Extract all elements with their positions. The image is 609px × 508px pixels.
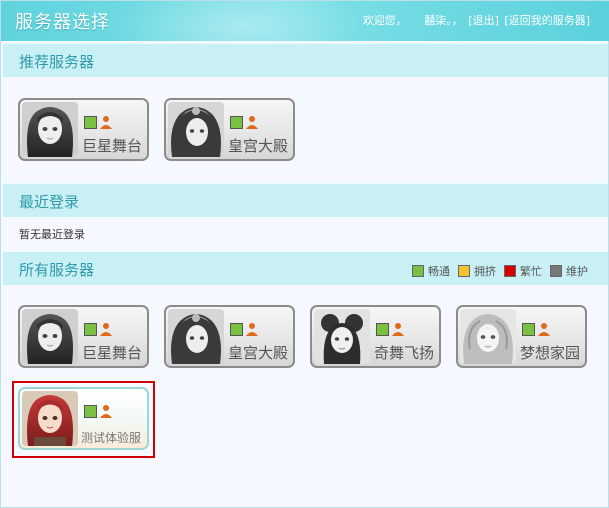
- server-card-recommended-1[interactable]: 巨星舞台: [18, 98, 149, 161]
- logout-link[interactable]: [退出]: [468, 14, 499, 27]
- all-servers-section-header: 所有服务器 畅通 拥挤 繁忙 维护: [3, 251, 608, 285]
- server-portrait: [314, 309, 370, 364]
- server-card-all-2[interactable]: 皇宫大殿: [164, 305, 295, 368]
- server-name: 奇舞飞扬: [374, 344, 435, 362]
- server-name: 梦想家园: [520, 344, 581, 362]
- recent-section-title: 最近登录: [19, 193, 80, 211]
- status-smooth-indicator: [84, 405, 97, 418]
- status-smooth-indicator: [84, 323, 97, 336]
- server-name: 巨星舞台: [82, 344, 143, 362]
- user-bar: 欢迎您， 囍柒。， [退出] [返回我的服务器]: [361, 12, 590, 28]
- person-icon: [100, 405, 112, 418]
- recent-empty-text: 暂无最近登录: [19, 228, 85, 241]
- server-select-panel: 服务器选择 欢迎您， 囍柒。， [退出] [返回我的服务器] 推荐服务器 巨星舞…: [0, 0, 609, 508]
- server-name: 皇宫大殿: [228, 137, 289, 155]
- server-card-test-experience[interactable]: 测试体验服: [18, 387, 149, 450]
- legend-busy-label: 繁忙: [520, 265, 542, 278]
- server-portrait: [168, 102, 224, 157]
- username: 囍柒。，: [424, 14, 463, 27]
- status-smooth-indicator: [84, 116, 97, 129]
- server-card-recommended-2[interactable]: 皇宫大殿: [164, 98, 295, 161]
- server-portrait: [22, 391, 78, 446]
- legend-busy-swatch: [504, 265, 516, 277]
- legend-crowded-label: 拥挤: [474, 265, 496, 278]
- person-icon: [246, 323, 258, 336]
- legend-maintenance-swatch: [550, 265, 562, 277]
- status-smooth-indicator: [376, 323, 389, 336]
- recent-section-header: 最近登录: [3, 183, 608, 217]
- server-name: 测试体验服: [81, 431, 142, 445]
- recommended-section-header: 推荐服务器: [3, 43, 608, 77]
- server-portrait: [22, 102, 78, 157]
- status-legend: 畅通 拥挤 繁忙 维护: [404, 263, 588, 279]
- server-card-all-3[interactable]: 奇舞飞扬: [310, 305, 441, 368]
- person-icon: [246, 116, 258, 129]
- person-icon: [392, 323, 404, 336]
- legend-maintenance-label: 维护: [566, 265, 588, 278]
- server-card-all-4[interactable]: 梦想家园: [456, 305, 587, 368]
- back-to-my-servers-link[interactable]: [返回我的服务器]: [504, 14, 590, 27]
- person-icon: [100, 116, 112, 129]
- status-smooth-indicator: [230, 116, 243, 129]
- all-servers-section-title: 所有服务器: [19, 261, 95, 279]
- person-icon: [100, 323, 112, 336]
- welcome-text: 欢迎您，: [362, 14, 407, 27]
- server-card-all-1[interactable]: 巨星舞台: [18, 305, 149, 368]
- page-title: 服务器选择: [15, 12, 110, 33]
- legend-smooth-swatch: [412, 265, 424, 277]
- server-portrait: [22, 309, 78, 364]
- person-icon: [538, 323, 550, 336]
- header-bar: 服务器选择 欢迎您， 囍柒。， [退出] [返回我的服务器]: [1, 1, 609, 41]
- status-smooth-indicator: [230, 323, 243, 336]
- status-smooth-indicator: [522, 323, 535, 336]
- legend-smooth-label: 畅通: [428, 265, 450, 278]
- server-name: 皇宫大殿: [228, 344, 289, 362]
- legend-crowded-swatch: [458, 265, 470, 277]
- server-name: 巨星舞台: [82, 137, 143, 155]
- server-portrait: [460, 309, 516, 364]
- header-sheen: [111, 1, 371, 41]
- server-portrait: [168, 309, 224, 364]
- recommended-section-title: 推荐服务器: [19, 53, 95, 71]
